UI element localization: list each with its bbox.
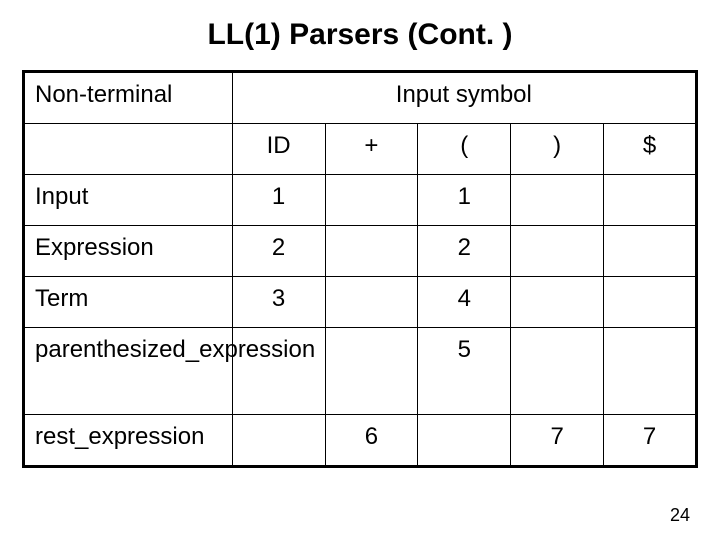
cell: [232, 415, 325, 467]
col-rparen: ): [511, 124, 604, 175]
page-number: 24: [670, 505, 690, 526]
cell: [325, 175, 418, 226]
cell: 6: [325, 415, 418, 467]
cell: [604, 175, 697, 226]
col-lparen: (: [418, 124, 511, 175]
row-label: rest_expression: [24, 415, 233, 467]
cell: [325, 226, 418, 277]
table-row: Expression 2 2: [24, 226, 697, 277]
table-header-row: Non-terminal Input symbol: [24, 72, 697, 124]
cell: [511, 277, 604, 328]
header-nonterminal: Non-terminal: [24, 72, 233, 124]
cell: [604, 328, 697, 415]
table-row: Input 1 1: [24, 175, 697, 226]
row-label: Input: [24, 175, 233, 226]
cell: 7: [604, 415, 697, 467]
cell: 2: [232, 226, 325, 277]
col-dollar: $: [604, 124, 697, 175]
cell: [604, 226, 697, 277]
table-row: parenthesized_expression 5: [24, 328, 697, 415]
parsing-table: Non-terminal Input symbol ID + ( ) $ Inp…: [22, 70, 698, 468]
cell: 3: [232, 277, 325, 328]
cell: 2: [418, 226, 511, 277]
row-label: parenthesized_expression: [24, 328, 233, 415]
page-title: LL(1) Parsers (Cont. ): [22, 18, 698, 52]
cell: [511, 226, 604, 277]
table-columns-row: ID + ( ) $: [24, 124, 697, 175]
cell: [511, 175, 604, 226]
cell: [604, 277, 697, 328]
col-plus: +: [325, 124, 418, 175]
table-row: Term 3 4: [24, 277, 697, 328]
row-label: Expression: [24, 226, 233, 277]
row-label: Term: [24, 277, 233, 328]
cell: 5: [418, 328, 511, 415]
cell: [511, 328, 604, 415]
cell: [418, 415, 511, 467]
header-input-symbol: Input symbol: [232, 72, 696, 124]
cell: 1: [232, 175, 325, 226]
cell: [325, 277, 418, 328]
col-id: ID: [232, 124, 325, 175]
cell: [325, 328, 418, 415]
cell: 1: [418, 175, 511, 226]
cell: 7: [511, 415, 604, 467]
cell: 4: [418, 277, 511, 328]
slide-page: LL(1) Parsers (Cont. ) Non-terminal Inpu…: [0, 0, 720, 540]
table-row: rest_expression 6 7 7: [24, 415, 697, 467]
header-empty: [24, 124, 233, 175]
